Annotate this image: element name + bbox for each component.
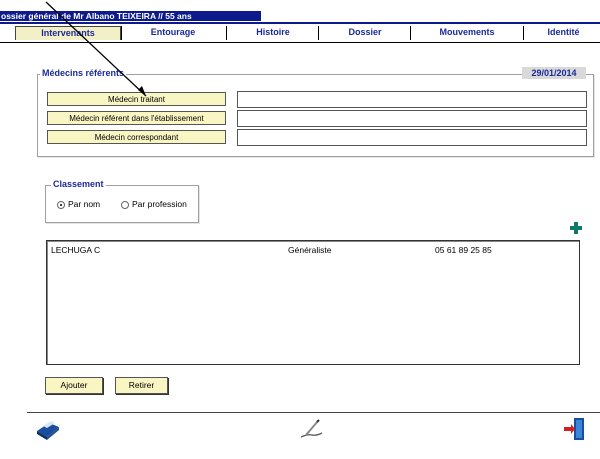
- intervenants-list[interactable]: LECHUGA C Généraliste 05 61 89 25 85: [46, 240, 580, 365]
- list-item-name[interactable]: LECHUGA C: [51, 245, 100, 255]
- radio-par-profession[interactable]: [121, 201, 129, 209]
- medecin-traitant-button[interactable]: Médecin traitant: [47, 92, 226, 106]
- printer-icon[interactable]: [35, 419, 61, 441]
- radio-par-nom-label: Par nom: [68, 199, 101, 209]
- tab-separator: [523, 26, 524, 40]
- tab-mouvements[interactable]: Mouvements: [414, 26, 520, 39]
- medecins-referents-title: Médecins référents: [40, 68, 127, 79]
- tab-dossier[interactable]: Dossier: [322, 26, 408, 39]
- ajouter-button[interactable]: Ajouter: [45, 377, 103, 394]
- exit-door-icon[interactable]: [562, 416, 588, 442]
- medecin-correspondant-button[interactable]: Médecin correspondant: [47, 130, 226, 144]
- tab-histoire[interactable]: Histoire: [230, 26, 316, 39]
- tab-bar: Intervenants Entourage Histoire Dossier …: [0, 22, 600, 43]
- tab-entourage[interactable]: Entourage: [125, 26, 221, 39]
- date-badge: 29/01/2014: [522, 67, 586, 79]
- list-item-profession[interactable]: Généraliste: [288, 245, 331, 255]
- radio-par-nom[interactable]: [57, 201, 65, 209]
- tab-separator: [226, 26, 227, 40]
- window-title: ossier général de Mr Albano TEIXEIRA // …: [0, 11, 261, 21]
- tab-separator: [410, 26, 411, 40]
- medecin-referent-button[interactable]: Médecin référent dans l'établissement: [47, 111, 226, 125]
- footer-divider: [27, 412, 600, 413]
- signature-icon[interactable]: [298, 418, 324, 440]
- medecin-referent-field[interactable]: [237, 110, 587, 127]
- radio-par-profession-label: Par profession: [132, 199, 187, 209]
- tab-separator: [318, 26, 319, 40]
- list-item-phone[interactable]: 05 61 89 25 85: [435, 245, 492, 255]
- classement-title: Classement: [51, 179, 106, 190]
- medecin-traitant-field[interactable]: [237, 91, 587, 108]
- tab-separator: [121, 26, 122, 40]
- plus-icon[interactable]: [570, 222, 582, 234]
- tab-intervenants[interactable]: Intervenants: [15, 26, 121, 40]
- tab-identite[interactable]: Identité: [527, 26, 600, 39]
- retirer-button[interactable]: Retirer: [115, 377, 168, 394]
- medecin-correspondant-field[interactable]: [237, 129, 587, 146]
